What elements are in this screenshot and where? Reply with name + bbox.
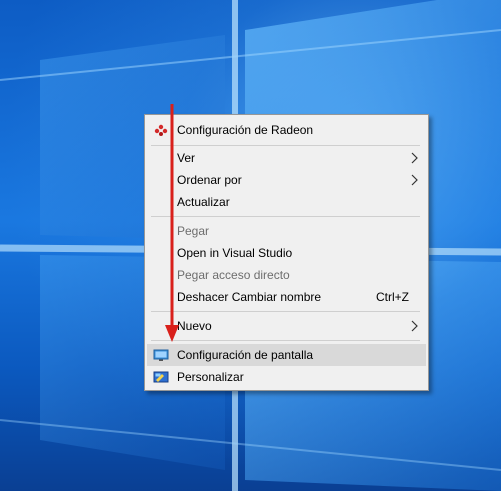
menu-separator (151, 216, 420, 217)
menu-item-paste: Pegar (147, 220, 426, 242)
shortcut-label: Ctrl+Z (376, 290, 409, 304)
menu-item-label: Pegar (177, 224, 210, 238)
menu-item-sort-by[interactable]: Ordenar por (147, 169, 426, 191)
menu-item-label: Pegar acceso directo (177, 268, 290, 282)
menu-item-label: Personalizar (177, 370, 244, 384)
menu-item-refresh[interactable]: Actualizar (147, 191, 426, 213)
menu-item-undo-rename[interactable]: Deshacer Cambiar nombre Ctrl+Z (147, 286, 426, 308)
menu-item-new[interactable]: Nuevo (147, 315, 426, 337)
menu-separator (151, 340, 420, 341)
menu-item-open-in-visual-studio[interactable]: Open in Visual Studio (147, 242, 426, 264)
chevron-right-icon (411, 152, 418, 164)
menu-item-label: Ver (177, 151, 196, 165)
menu-item-view[interactable]: Ver (147, 147, 426, 169)
menu-separator (151, 145, 420, 146)
menu-item-radeon-settings[interactable]: Configuración de Radeon (147, 119, 426, 141)
menu-item-label: Actualizar (177, 195, 230, 209)
chevron-right-icon (411, 320, 418, 332)
menu-item-label: Configuración de pantalla (177, 348, 314, 362)
radeon-icon (154, 124, 168, 136)
menu-item-label: Deshacer Cambiar nombre (177, 290, 322, 304)
menu-item-label: Configuración de Radeon (177, 123, 314, 137)
menu-item-label: Ordenar por (177, 173, 242, 187)
menu-separator (151, 311, 420, 312)
menu-item-display-settings[interactable]: Configuración de pantalla (147, 344, 426, 366)
desktop-context-menu: Configuración de Radeon Ver Ordenar por … (144, 114, 429, 391)
display-icon (153, 349, 169, 361)
chevron-right-icon (411, 174, 418, 186)
menu-item-paste-shortcut: Pegar acceso directo (147, 264, 426, 286)
menu-item-label: Nuevo (177, 319, 212, 333)
personalize-icon (153, 371, 169, 383)
menu-item-label: Open in Visual Studio (177, 246, 293, 260)
menu-item-personalize[interactable]: Personalizar (147, 366, 426, 388)
